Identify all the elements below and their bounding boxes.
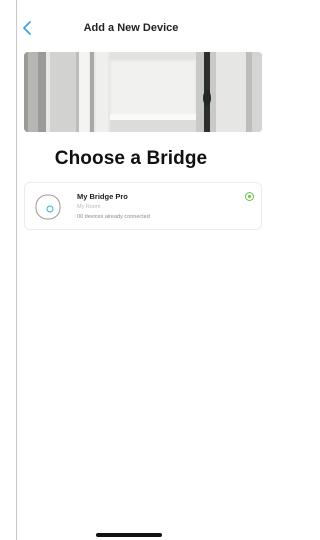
bridge-device-count: 00 devices already connected xyxy=(77,214,150,220)
hero-image xyxy=(24,52,262,132)
home-indicator xyxy=(96,533,162,537)
bridge-room: My Room xyxy=(77,204,101,210)
bridge-selected-radio[interactable] xyxy=(245,192,254,201)
bridge-name: My Bridge Pro xyxy=(77,192,128,201)
bridge-device-icon xyxy=(35,194,61,220)
screen-edge-divider xyxy=(16,0,17,540)
bridge-option-card[interactable]: My Bridge Pro My Room 00 devices already… xyxy=(24,182,262,230)
choose-bridge-heading: Choose a Bridge xyxy=(54,148,208,169)
radio-dot-icon xyxy=(248,195,251,198)
navigation-bar: Add a New Device xyxy=(0,14,262,42)
page-title: Add a New Device xyxy=(83,22,179,34)
